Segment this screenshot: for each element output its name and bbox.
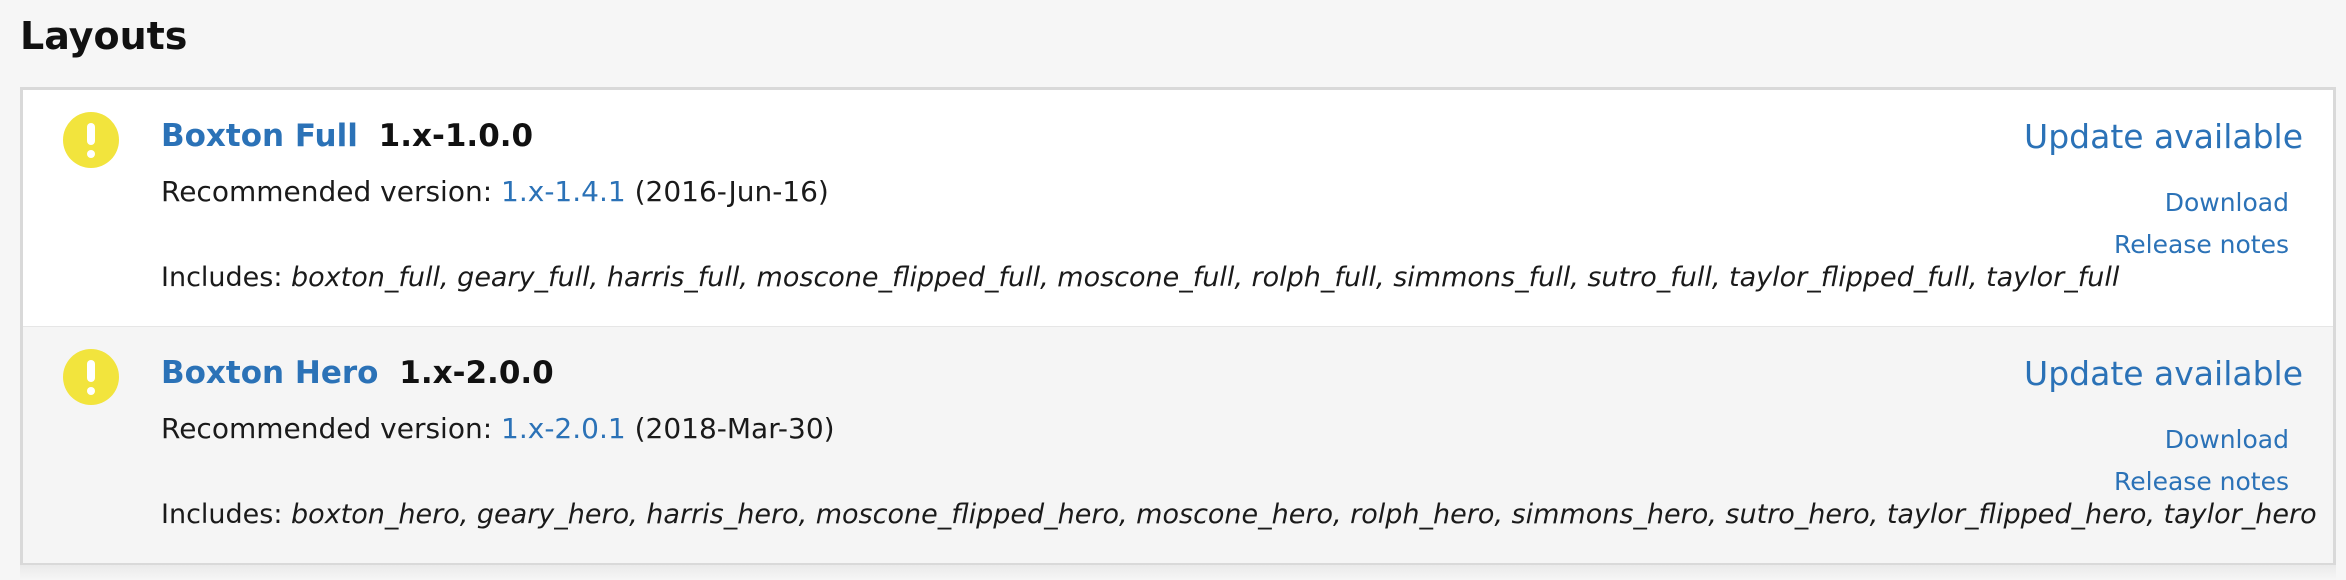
includes-list: boxton_full, geary_full, harris_full, mo… (291, 262, 2120, 293)
projects-table: Boxton Full 1.x-1.0.0 Recommended versio… (20, 87, 2336, 565)
download-link[interactable]: Download (2114, 419, 2289, 461)
project-title: Boxton Hero 1.x-2.0.0 (161, 353, 554, 393)
project-title: Boxton Full 1.x-1.0.0 (161, 116, 533, 156)
update-status-page: Layouts Boxton Full 1.x-1.0.0 Recommende… (0, 0, 2346, 580)
installed-version: 1.x-2.0.0 (399, 355, 554, 391)
warning-icon-dot (87, 150, 95, 158)
includes-label: Includes: (161, 262, 283, 293)
recommended-date: (2016-Jun-16) (634, 175, 829, 208)
download-link[interactable]: Download (2114, 182, 2289, 224)
includes-line: Includes: boxton_hero, geary_hero, harri… (161, 495, 2317, 535)
release-notes-link[interactable]: Release notes (2114, 224, 2289, 266)
project-links: Download Release notes (2114, 182, 2289, 266)
project-links: Download Release notes (2114, 419, 2289, 503)
project-name-link[interactable]: Boxton Hero (161, 355, 378, 391)
project-row-boxton-hero: Boxton Hero 1.x-2.0.0 Recommended versio… (23, 327, 2333, 563)
section-title: Layouts (20, 14, 188, 58)
includes-label: Includes: (161, 499, 283, 530)
release-notes-link[interactable]: Release notes (2114, 461, 2289, 503)
recommended-version: Recommended version: 1.x-1.4.1 (2016-Jun… (161, 172, 829, 212)
update-available-link[interactable]: Update available (2024, 116, 2303, 158)
warning-icon-dot (87, 387, 95, 395)
update-available-link[interactable]: Update available (2024, 353, 2303, 395)
recommended-version-link[interactable]: 1.x-2.0.1 (501, 412, 626, 445)
includes-list: boxton_hero, geary_hero, harris_hero, mo… (291, 499, 2317, 530)
recommended-version-link[interactable]: 1.x-1.4.1 (501, 175, 626, 208)
warning-icon (63, 112, 119, 168)
warning-icon-bar (87, 123, 95, 145)
project-row-boxton-full: Boxton Full 1.x-1.0.0 Recommended versio… (23, 90, 2333, 327)
recommended-label: Recommended version: (161, 412, 493, 445)
warning-icon-bar (87, 360, 95, 382)
recommended-version: Recommended version: 1.x-2.0.1 (2018-Mar… (161, 409, 835, 449)
panel-bottom-shadow (20, 565, 2336, 580)
recommended-date: (2018-Mar-30) (634, 412, 835, 445)
warning-icon (63, 349, 119, 405)
recommended-label: Recommended version: (161, 175, 493, 208)
project-name-link[interactable]: Boxton Full (161, 118, 358, 154)
installed-version: 1.x-1.0.0 (378, 118, 534, 154)
includes-line: Includes: boxton_full, geary_full, harri… (161, 258, 2119, 298)
